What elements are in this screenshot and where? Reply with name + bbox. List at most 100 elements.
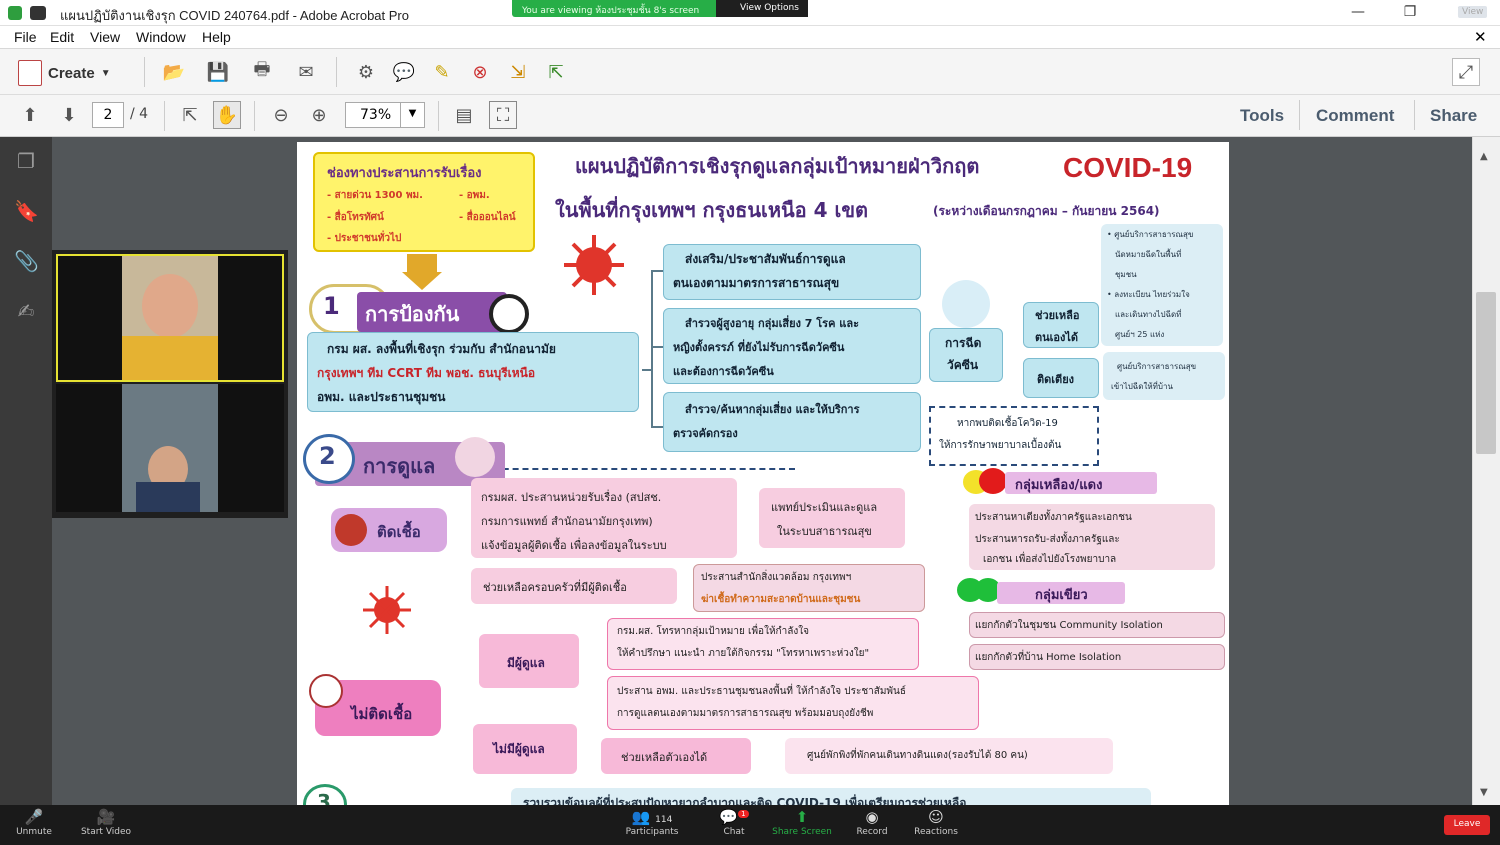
- print-icon[interactable]: 🖶: [248, 58, 276, 86]
- participants-count: 114: [655, 815, 673, 825]
- community-isolation-label: แยกกักตัวในชุมชน Community Isolation: [975, 620, 1163, 631]
- doc-title-2: ในพื้นที่กรุงเทพฯ กรุงธนเหนือ 4 เขต: [555, 198, 869, 222]
- menu-window[interactable]: Window: [136, 29, 186, 45]
- disinfect-line: ฆ่าเชื้อทำความสะอาดบ้านและชุมชน: [701, 594, 861, 605]
- attachment-icon[interactable]: 📎: [14, 249, 39, 273]
- zoom-level-select[interactable]: 73% ▼: [345, 102, 425, 128]
- note2-line: ศูนย์บริการสาธารณสุข: [1117, 362, 1197, 371]
- tab-comment[interactable]: Comment: [1316, 106, 1394, 126]
- comment-icon[interactable]: 💬: [390, 58, 418, 86]
- self-help-line: ช่วยเหลือ: [1035, 309, 1080, 322]
- vertical-scrollbar[interactable]: ▲ ▼: [1472, 137, 1500, 805]
- participants-button[interactable]: 👥 114 Participants: [612, 805, 692, 845]
- zoom-viewing-banner: You are viewing ห้องประชุมชั้น 8's scree…: [512, 0, 808, 23]
- community-leader-line: ประสาน อพม. และประธานชุมชนลงพื้นที่ ให้ก…: [617, 686, 906, 697]
- start-video-button[interactable]: 🎥 Start Video: [66, 805, 146, 845]
- signature-icon[interactable]: ✍: [14, 299, 38, 323]
- record-label: Record: [856, 827, 888, 837]
- infected-step2-line: ในระบบสาธารณสุข: [777, 525, 872, 538]
- participants-icon: 👥 114: [631, 808, 673, 826]
- next-page-icon[interactable]: ⬇: [55, 101, 83, 129]
- section3-number: 3: [317, 790, 331, 805]
- create-button[interactable]: Create ▼: [18, 60, 111, 86]
- page-total: / 4: [130, 106, 149, 122]
- minimize-icon[interactable]: —: [1348, 4, 1368, 20]
- menu-view[interactable]: View: [90, 29, 120, 45]
- section1-desc-line: อพม. และประธานชุมชน: [317, 390, 446, 404]
- zoom-in-icon[interactable]: ⊕: [305, 101, 333, 129]
- export-icon[interactable]: ⇲: [504, 58, 532, 86]
- menu-file[interactable]: File: [14, 29, 37, 45]
- survey-line: และต้องการฉีดวัคซีน: [673, 365, 774, 378]
- share-screen-icon: ⬆: [795, 808, 809, 826]
- community-leader-line: การดูแลตนเองตามมาตรการสาธารณสุข พร้อมมอบ…: [617, 708, 874, 719]
- gear-icon[interactable]: ⚙: [352, 58, 380, 86]
- section2-number: 2: [319, 442, 336, 470]
- view-label[interactable]: View: [1458, 6, 1488, 18]
- no-caregiver-label: ไม่มีผู้ดูแล: [493, 742, 545, 756]
- unmute-label: Unmute: [16, 827, 52, 837]
- care-icon: [455, 437, 495, 477]
- section1-desc-line: กรม ผส. ลงพื้นที่เชิงรุก ร่วมกับ สำนักอน…: [327, 342, 556, 356]
- shield-icon: [8, 6, 22, 20]
- reactions-icon: ☺: [928, 808, 944, 826]
- note1-line: ชุมชน: [1115, 270, 1137, 279]
- note2-line: เข้าไปฉีดให้ที่บ้าน: [1111, 382, 1173, 391]
- yr-action: ประสานหาเตียงทั้งภาครัฐและเอกชน: [975, 512, 1132, 523]
- shelter-label: ศูนย์พักพิงที่พักคนเดินทางดินแดง(รองรับไ…: [807, 750, 1028, 761]
- virus-icon: [335, 514, 367, 546]
- pages-icon[interactable]: ❐: [14, 149, 38, 173]
- participant-video[interactable]: [56, 384, 284, 512]
- insert-icon[interactable]: ⇱: [542, 58, 570, 86]
- contact-item: - สื่อโทรทัศน์: [327, 212, 384, 223]
- section2-label: การดูแล: [363, 454, 436, 478]
- scroll-down-icon[interactable]: ▼: [1480, 787, 1488, 798]
- bookmark-icon[interactable]: 🔖: [14, 199, 39, 223]
- delete-page-icon[interactable]: ⊗: [466, 58, 494, 86]
- no-virus-icon: [489, 294, 529, 334]
- zoom-level-value: 73%: [360, 107, 392, 123]
- create-label: Create: [48, 64, 95, 82]
- open-folder-icon[interactable]: 📂: [160, 58, 188, 86]
- yr-action: เอกชน เพื่อส่งไปยังโรงพยาบาล: [983, 554, 1117, 565]
- zoom-control-bar: 🎤 Unmute 🎥 Start Video 👥 114 Participants 💬…: [0, 805, 1500, 845]
- chat-label: Chat: [723, 827, 745, 837]
- email-icon[interactable]: ✉: [292, 58, 320, 86]
- expand-icon[interactable]: ⤢: [1452, 58, 1480, 86]
- menu-edit[interactable]: Edit: [50, 29, 74, 45]
- unmute-button[interactable]: 🎤 Unmute: [0, 805, 74, 845]
- menu-help[interactable]: Help: [202, 29, 231, 45]
- reactions-button[interactable]: ☺ Reactions: [896, 805, 976, 845]
- leave-button[interactable]: Leave: [1444, 815, 1490, 835]
- participant-video-active[interactable]: [56, 254, 284, 382]
- save-icon[interactable]: 💾: [204, 58, 232, 86]
- fullscreen-icon[interactable]: ⛶: [489, 101, 517, 129]
- syringe-icon: [942, 280, 990, 328]
- view-options-button[interactable]: View Options ⌄: [716, 0, 808, 23]
- highlight-icon[interactable]: ✎: [428, 58, 456, 86]
- zoom-dropdown-icon[interactable]: ▼: [400, 103, 424, 127]
- note1-line: • ลงทะเบียน ไทยร่วมใจ: [1107, 290, 1190, 299]
- home-isolation-label: แยกกักตัวที่บ้าน Home Isolation: [975, 652, 1122, 663]
- fit-page-icon[interactable]: ▤: [450, 101, 478, 129]
- page-number-input[interactable]: 2: [92, 102, 124, 128]
- select-cursor-icon[interactable]: ⇱: [176, 101, 204, 129]
- scroll-thumb[interactable]: [1476, 292, 1496, 454]
- virus-icon: [564, 235, 624, 295]
- scroll-up-icon[interactable]: ▲: [1480, 151, 1488, 162]
- video-off-icon: 🎥: [96, 808, 116, 826]
- close-doc-icon[interactable]: ✕: [1474, 28, 1487, 46]
- hand-tool-icon[interactable]: ✋: [213, 101, 241, 129]
- start-video-label: Start Video: [80, 827, 132, 837]
- share-screen-button[interactable]: ⬆ Share Screen: [762, 805, 842, 845]
- video-gallery: [52, 250, 288, 518]
- tab-tools[interactable]: Tools: [1240, 106, 1284, 126]
- note1-line: • ศูนย์บริการสาธารณสุข: [1107, 230, 1194, 239]
- tab-share[interactable]: Share: [1430, 106, 1477, 126]
- zoom-out-icon[interactable]: ⊖: [267, 101, 295, 129]
- restore-icon[interactable]: ❐: [1400, 4, 1420, 20]
- prev-page-icon[interactable]: ⬆: [16, 101, 44, 129]
- promote-line: ส่งเสริม/ประชาสัมพันธ์การดูแล: [685, 252, 846, 266]
- family-help-label: ช่วยเหลือครอบครัวที่มีผู้ติดเชื้อ: [483, 581, 627, 594]
- green-label: กลุ่มเขียว: [1035, 588, 1088, 603]
